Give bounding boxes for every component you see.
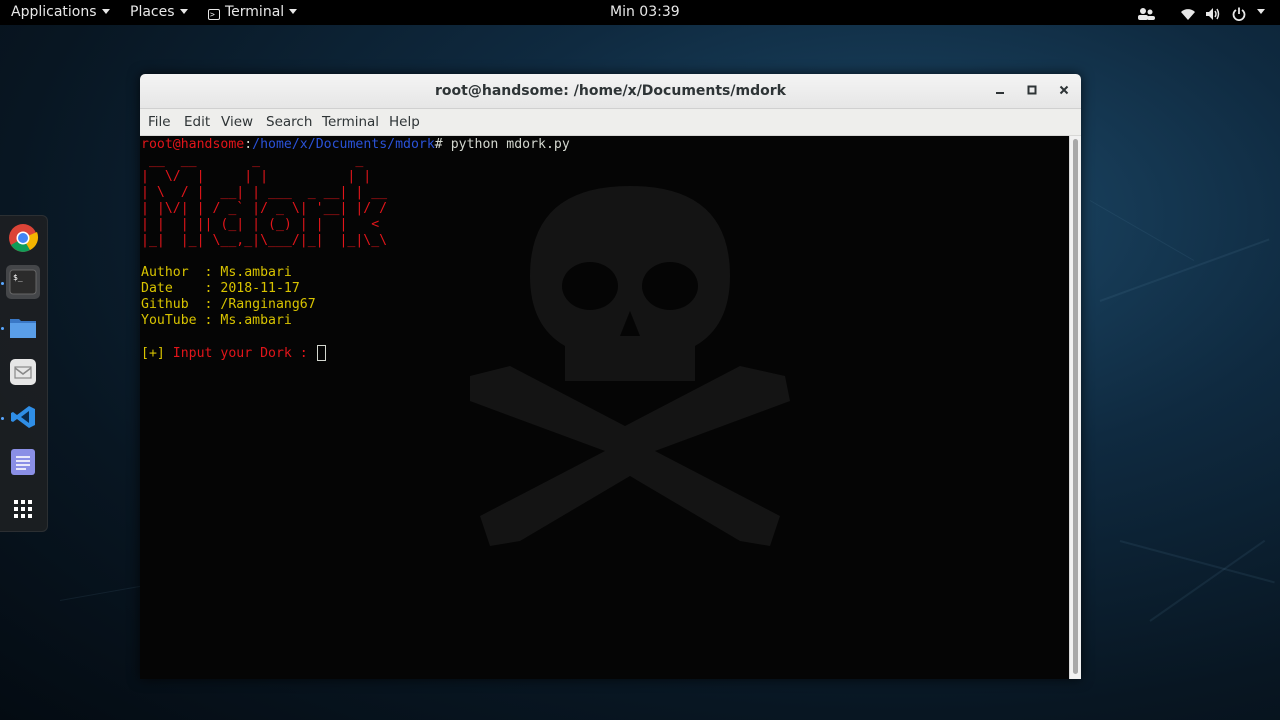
input-prompt-text: Input your Dork : <box>164 346 316 361</box>
running-indicator <box>1 327 4 330</box>
menu-search[interactable]: Search <box>266 109 312 135</box>
show-apps-button[interactable] <box>6 490 40 524</box>
volume-icon[interactable] <box>1205 5 1221 21</box>
banner-line: | | | || (_| | (_) | | | < <box>141 217 380 232</box>
maximize-icon <box>1027 85 1037 95</box>
chevron-down-icon <box>101 9 110 14</box>
input-bracket: [+] <box>141 346 165 361</box>
vscode-launcher[interactable] <box>6 400 40 434</box>
menu-file[interactable]: File <box>148 109 171 135</box>
users-icon[interactable] <box>1137 5 1155 21</box>
places-menu[interactable]: Places <box>130 0 188 25</box>
window-title: root@handsome: /home/x/Documents/mdork <box>435 83 786 99</box>
chevron-down-icon <box>1257 9 1265 14</box>
banner-line: | \/ | | | | | <box>141 169 372 184</box>
info-date: Date : 2018-11-17 <box>141 281 300 297</box>
top-bar: Applications Places > Terminal Min 03:39 <box>0 0 1280 25</box>
info-value: /Ranginang67 <box>220 297 316 312</box>
terminal-window: root@handsome: /home/x/Documents/mdork F… <box>140 74 1081 679</box>
files-launcher[interactable] <box>6 310 40 344</box>
wallpaper-crack <box>1089 200 1195 261</box>
chrome-icon <box>9 224 39 252</box>
command-text: python mdork.py <box>450 137 570 152</box>
system-menu-chevron[interactable] <box>1252 0 1265 25</box>
power-icon[interactable] <box>1232 5 1246 21</box>
banner-line: __ __ _ _ <box>141 153 364 168</box>
applications-menu[interactable]: Applications <box>11 0 110 25</box>
menu-help[interactable]: Help <box>389 109 420 135</box>
clock[interactable]: Min 03:39 <box>610 0 680 25</box>
window-titlebar[interactable]: root@handsome: /home/x/Documents/mdork <box>140 74 1081 109</box>
terminal-launcher[interactable]: $_ <box>6 265 40 299</box>
info-key: Date : <box>141 281 221 296</box>
info-youtube: YouTube : Ms.ambari <box>141 313 292 329</box>
terminal-scrollbar[interactable] <box>1069 136 1081 679</box>
info-github: Github : /Ranginang67 <box>141 297 316 313</box>
info-key: Author : <box>141 265 221 280</box>
applications-label: Applications <box>11 4 97 20</box>
terminal-app-menu[interactable]: > Terminal <box>208 0 298 25</box>
places-label: Places <box>130 4 175 20</box>
terminal-icon: > <box>208 9 220 20</box>
prompt-path: /home/x/Documents/mdork <box>252 137 435 152</box>
prompt-user: root@handsome <box>141 137 245 152</box>
show-apps-icon <box>14 500 32 518</box>
menu-terminal[interactable]: Terminal <box>322 109 379 135</box>
banner-line: |_| |_| \__,_|\___/|_| |_|\_\ <box>141 233 388 248</box>
info-key: Github : <box>141 297 221 312</box>
mail-launcher[interactable] <box>6 355 40 389</box>
files-icon <box>10 319 36 338</box>
wallpaper-crack <box>1099 238 1270 302</box>
chevron-down-icon <box>289 9 298 14</box>
minimize-button[interactable] <box>985 74 1015 108</box>
info-key: YouTube : <box>141 313 221 328</box>
info-value: Ms.ambari <box>220 313 292 328</box>
chevron-down-icon <box>179 9 188 14</box>
dash-dock: $_ <box>0 215 48 532</box>
mail-icon <box>10 359 36 385</box>
banner-line: | \ / | __| | ___ _ __| | __ <box>141 185 388 200</box>
prompt-line: root@handsome:/home/x/Documents/mdork# p… <box>141 137 570 153</box>
maximize-button[interactable] <box>1017 74 1047 108</box>
info-value: 2018-11-17 <box>220 281 300 296</box>
text-editor-launcher[interactable] <box>6 445 40 479</box>
terminal-app-label: Terminal <box>225 4 285 20</box>
skull-background-icon <box>470 186 790 546</box>
prompt-separator: : <box>244 137 253 152</box>
text-cursor[interactable] <box>316 345 326 361</box>
text-editor-icon <box>11 449 35 475</box>
banner-line: | |\/| | / _` |/ _ \| '__| |/ / <box>141 201 388 216</box>
running-indicator <box>1 417 4 420</box>
svg-text:$_: $_ <box>13 273 23 282</box>
chrome-launcher[interactable] <box>6 221 40 255</box>
info-author: Author : Ms.ambari <box>141 265 292 281</box>
minimize-icon <box>996 92 1004 94</box>
scrollbar-thumb[interactable] <box>1073 139 1078 674</box>
menu-edit[interactable]: Edit <box>184 109 210 135</box>
wifi-icon[interactable] <box>1180 5 1196 21</box>
clock-label: Min 03:39 <box>610 4 680 20</box>
running-indicator <box>1 282 4 285</box>
terminal-icon: $_ <box>9 269 37 295</box>
info-value: Ms.ambari <box>220 265 292 280</box>
vscode-icon <box>11 406 35 428</box>
close-icon <box>1059 85 1069 95</box>
wallpaper-crack <box>1119 540 1275 584</box>
prompt-hash: # <box>434 137 451 152</box>
menu-bar: File Edit View Search Terminal Help <box>140 109 1081 136</box>
terminal-output[interactable]: root@handsome:/home/x/Documents/mdork# p… <box>140 136 1069 679</box>
close-button[interactable] <box>1049 74 1079 108</box>
menu-view[interactable]: View <box>221 109 253 135</box>
dork-input-prompt[interactable]: [+] Input your Dork : <box>141 345 326 361</box>
